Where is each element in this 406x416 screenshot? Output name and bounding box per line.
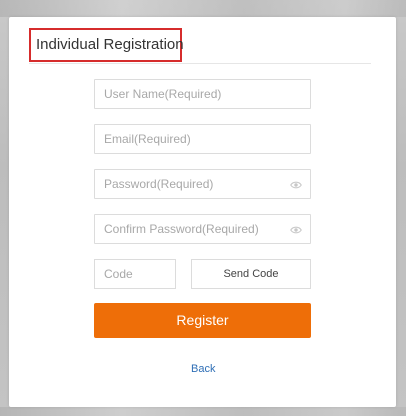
password-input[interactable]: Password(Required) — [94, 169, 311, 199]
back-link[interactable]: Back — [191, 363, 215, 375]
register-button[interactable]: Register — [94, 303, 311, 338]
title-divider — [29, 63, 371, 64]
registration-card: Individual Registration User Name(Requir… — [9, 17, 396, 407]
code-input[interactable]: Code — [94, 259, 176, 289]
background-blur-bottom — [0, 407, 406, 416]
page-title: Individual Registration — [36, 36, 184, 53]
code-placeholder: Code — [104, 267, 133, 281]
eye-icon[interactable] — [290, 224, 302, 236]
username-placeholder: User Name(Required) — [104, 87, 222, 101]
email-input[interactable]: Email(Required) — [94, 124, 311, 154]
eye-icon[interactable] — [290, 179, 302, 191]
send-code-button[interactable]: Send Code — [191, 259, 311, 289]
username-input[interactable]: User Name(Required) — [94, 79, 311, 109]
confirm-password-input[interactable]: Confirm Password(Required) — [94, 214, 311, 244]
password-placeholder: Password(Required) — [104, 177, 214, 191]
confirm-password-placeholder: Confirm Password(Required) — [104, 222, 259, 236]
background-blur-top — [0, 0, 406, 17]
title-highlight-box: Individual Registration — [29, 28, 184, 62]
email-placeholder: Email(Required) — [104, 132, 191, 146]
